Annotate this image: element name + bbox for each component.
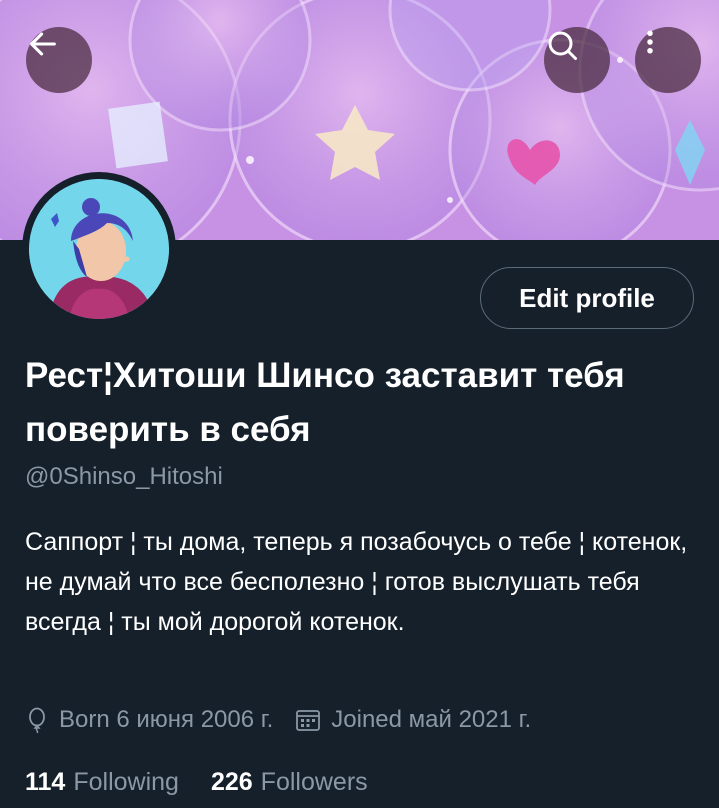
back-button[interactable] xyxy=(26,27,92,93)
calendar-icon xyxy=(295,707,321,733)
birthday-text: Born 6 июня 2006 г. xyxy=(59,706,274,733)
followers-label: Followers xyxy=(260,767,368,796)
followers-link[interactable]: 226 Followers xyxy=(211,768,368,797)
profile-stats: 114 Following 226 Followers xyxy=(25,762,400,802)
followers-count: 226 xyxy=(210,767,253,796)
more-vertical-icon xyxy=(647,30,653,54)
following-label: Following xyxy=(73,767,179,796)
display-name: Рест¦Хитоши Шинсо заставит тебя поверить… xyxy=(25,356,625,449)
avatar[interactable] xyxy=(22,172,176,326)
arrow-left-icon xyxy=(30,32,56,56)
search-icon xyxy=(548,31,577,60)
more-button[interactable] xyxy=(635,27,701,93)
profile-bio: Саппорт ¦ ты дома, теперь я позабочусь о… xyxy=(25,528,688,636)
search-button[interactable] xyxy=(544,27,610,93)
following-count: 114 xyxy=(25,767,66,796)
avatar-image xyxy=(29,179,169,319)
profile-page: Edit profile Рест¦Хитоши Шинсо заставит … xyxy=(0,0,719,808)
profile-meta: Born 6 июня 2006 г. Joined май 2021 г. xyxy=(25,700,553,740)
edit-profile-button[interactable]: Edit profile xyxy=(480,267,694,329)
following-link[interactable]: 114 Following xyxy=(25,768,179,797)
joined-info: Joined май 2021 г. xyxy=(295,706,531,734)
birthday-info: Born 6 июня 2006 г. xyxy=(25,706,273,734)
profile-handle: @0Shinso_Hitoshi xyxy=(25,463,223,490)
joined-text: Joined май 2021 г. xyxy=(331,706,532,733)
balloon-icon xyxy=(25,707,49,733)
